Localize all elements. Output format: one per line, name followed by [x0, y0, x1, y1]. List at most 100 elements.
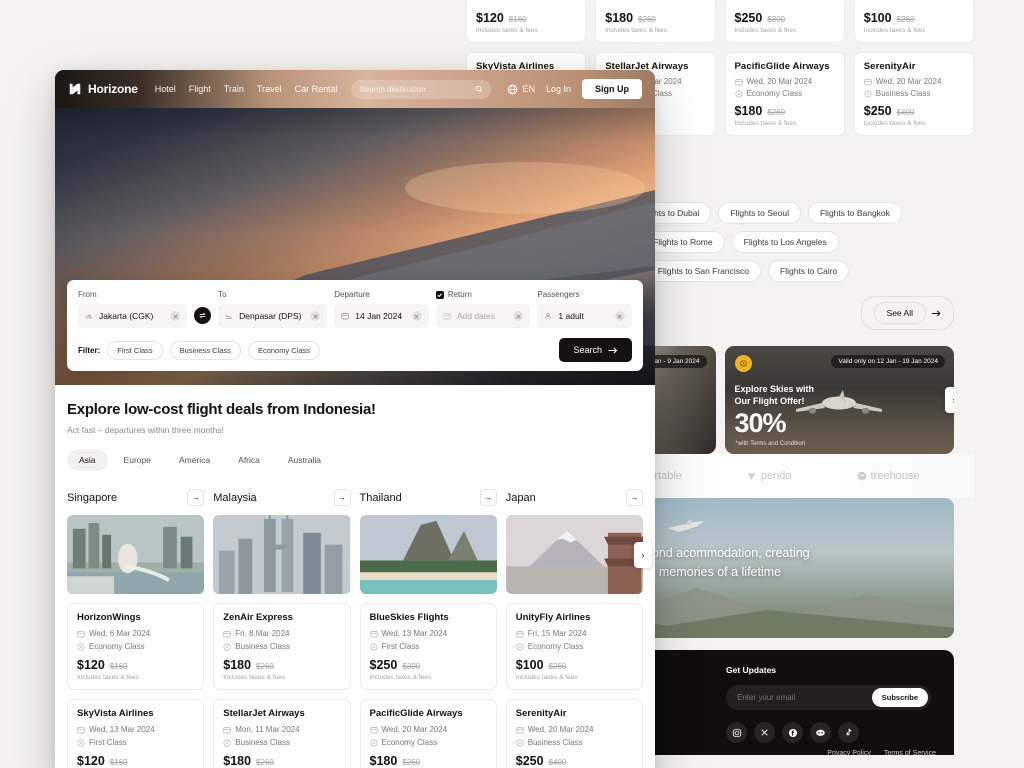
calendar-icon	[341, 313, 349, 320]
taxes-note: Includes taxes & fees	[515, 674, 578, 681]
nav-link-train[interactable]: Train	[224, 84, 244, 94]
subscribe-button[interactable]: Subscribe	[871, 688, 928, 707]
clear-departure-button[interactable]	[411, 311, 422, 321]
photo-japan[interactable]	[505, 515, 643, 594]
carousel-next-button[interactable]: ›	[634, 541, 652, 568]
calendar-icon	[516, 726, 524, 733]
instagram-icon[interactable]	[726, 722, 747, 743]
clear-to-button[interactable]	[310, 311, 321, 321]
country-arrow-button[interactable]: →	[479, 489, 497, 506]
terms-of-service-link[interactable]: Terms of Service	[884, 750, 936, 757]
tab-america[interactable]: America	[167, 449, 222, 471]
clear-return-button[interactable]	[513, 311, 524, 321]
see-all-button[interactable]: See All	[860, 296, 954, 330]
flight-date: Wed, 6 Mar 2024	[77, 629, 194, 638]
x-icon[interactable]	[754, 722, 775, 743]
tab-asia[interactable]: Asia	[67, 449, 108, 471]
departure-field[interactable]: 14 Jan 2024	[334, 304, 429, 328]
treehouse-icon	[857, 471, 866, 481]
country-arrow-button[interactable]: →	[626, 489, 643, 506]
to-label: To	[218, 290, 227, 299]
return-checkbox[interactable]	[435, 290, 444, 299]
tab-australia[interactable]: Australia	[276, 449, 333, 471]
flight-card[interactable]: ZenAir Express Fri, 8 Mar 2024 Business …	[213, 603, 351, 690]
price: $120	[476, 11, 504, 25]
route-chip[interactable]: Flights to San Francisco	[645, 260, 762, 282]
brand-logo[interactable]: Horizone	[68, 82, 138, 96]
promo-valid-badge: an - 9 Jan 2024	[647, 355, 707, 368]
person-icon	[545, 312, 552, 320]
taxes-note: Includes taxes & fees	[476, 27, 538, 34]
flight-class: First Class	[77, 738, 194, 747]
return-field[interactable]: Add dates	[435, 304, 531, 328]
country-headers: Singapore → Malaysia → Thailand → Japan …	[67, 489, 643, 506]
country-arrow-button[interactable]: →	[333, 489, 351, 506]
route-chip[interactable]: Flights to Cairo	[768, 260, 850, 282]
tiktok-icon[interactable]	[838, 722, 859, 743]
flight-class: Economy Class	[369, 738, 487, 747]
search-input[interactable]	[359, 84, 470, 94]
flight-card[interactable]: HorizonWings Wed, 6 Mar 2024 Economy Cla…	[67, 603, 205, 690]
arrow-right-icon	[932, 310, 941, 316]
filter-chip-business-class[interactable]: Business Class	[169, 340, 241, 360]
photo-singapore[interactable]	[67, 515, 205, 594]
background-flight-card[interactable]: PacificGlide Airways Wed, 20 Mar 2024 Ec…	[724, 52, 845, 136]
footer-legal: Privacy Policy Terms of Service	[827, 750, 936, 757]
background-price-card[interactable]: $120 $160 Includes taxes & fees	[466, 0, 587, 43]
tab-africa[interactable]: Africa	[226, 449, 272, 471]
old-price: $260	[256, 662, 274, 671]
photo-thailand[interactable]	[359, 515, 497, 594]
flight-card[interactable]: PacificGlide Airways Wed, 20 Mar 2024 Ec…	[359, 699, 497, 768]
promo-next-button[interactable]: ›	[945, 387, 954, 413]
flight-card[interactable]: StellarJet Airways Mon, 11 Mar 2024 Busi…	[213, 699, 351, 768]
flight-card[interactable]: UnityFly Airlines Fri, 15 Mar 2024 Econo…	[505, 603, 643, 690]
swap-airports-button[interactable]	[194, 307, 212, 324]
flight-card[interactable]: SkyVista Airlines Wed, 13 Mar 2024 First…	[67, 699, 205, 768]
filter-chip-economy-class[interactable]: Economy Class	[247, 340, 321, 360]
facebook-icon[interactable]	[782, 722, 803, 743]
login-link[interactable]: Log In	[546, 84, 571, 94]
email-field[interactable]	[737, 693, 872, 702]
photo-malaysia[interactable]	[213, 515, 351, 594]
nav-link-travel[interactable]: Travel	[257, 84, 282, 94]
partner-treehouse: treehouse	[857, 470, 919, 482]
search-bar	[351, 79, 492, 99]
flight-class: Business Class	[516, 738, 633, 747]
country-arrow-button[interactable]: →	[187, 489, 205, 506]
search-icon[interactable]	[475, 84, 483, 94]
clear-passengers-button[interactable]	[614, 311, 625, 321]
takeoff-icon	[85, 314, 92, 319]
background-price-card[interactable]: $100 $260 Includes taxes & fees	[853, 0, 974, 43]
language-selector[interactable]: EN	[507, 84, 535, 95]
privacy-policy-link[interactable]: Privacy Policy	[827, 750, 871, 757]
flight-cards-row-2: SkyVista Airlines Wed, 13 Mar 2024 First…	[67, 699, 643, 768]
price: $100	[515, 658, 544, 672]
from-field[interactable]: Jakarta (CGK)	[78, 304, 188, 328]
flight-card[interactable]: SerenityAir Wed, 20 Mar 2024 Business Cl…	[505, 699, 643, 768]
background-price-card[interactable]: $250 $300 Includes taxes & fees	[724, 0, 845, 43]
newsletter-form: Subscribe	[726, 685, 931, 710]
calendar-icon	[864, 78, 872, 85]
route-chip[interactable]: Flights to Seoul	[718, 202, 801, 224]
background-price-card[interactable]: $180 $260 Includes taxes & fees	[595, 0, 716, 43]
filter-chip-first-class[interactable]: First Class	[107, 340, 163, 360]
clear-from-button[interactable]	[170, 311, 181, 321]
passengers-value: 1 adult	[558, 311, 584, 321]
nav-link-car-rental[interactable]: Car Rental	[295, 84, 338, 94]
discord-icon[interactable]	[810, 722, 831, 743]
passengers-field[interactable]: 1 adult	[537, 304, 632, 328]
signup-button[interactable]: Sign Up	[582, 79, 642, 99]
search-button[interactable]: Search	[559, 338, 632, 362]
nav-link-flight[interactable]: Flight	[189, 84, 211, 94]
route-chip[interactable]: Flights to Los Angeles	[731, 231, 839, 253]
background-flight-card[interactable]: SerenityAir Wed, 20 Mar 2024 Business Cl…	[853, 52, 974, 136]
seat-icon	[77, 738, 85, 747]
to-field[interactable]: Denpasar (DPS)	[218, 304, 328, 328]
route-chip[interactable]: Flights to Bangkok	[807, 202, 902, 224]
tab-europe[interactable]: Europe	[112, 449, 163, 471]
flight-card[interactable]: BlueSkies Flights Wed, 13 Mar 2024 First…	[359, 603, 497, 690]
nav-link-hotel[interactable]: Hotel	[155, 84, 176, 94]
thailand-beach-image	[359, 515, 497, 594]
promo-card-right[interactable]: Valid only on 12 Jan - 19 Jan 2024 Explo…	[724, 346, 954, 454]
promo-title: Explore Skies with Our Flight Offer!	[734, 384, 815, 406]
